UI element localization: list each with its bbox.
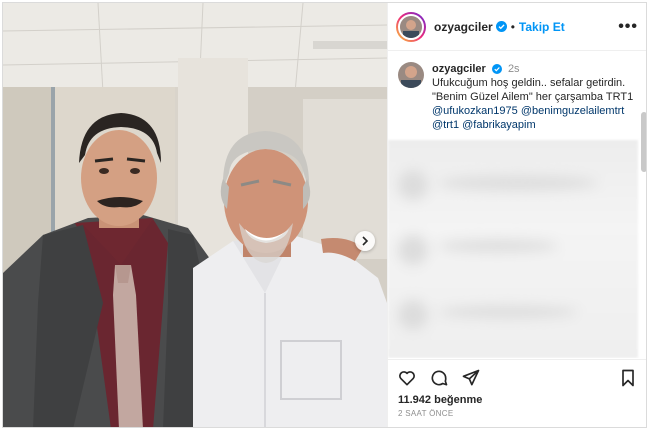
blurred-comments [388, 140, 638, 358]
post-actions: 11.942 beğenme 2 SAAT ÖNCE [388, 359, 646, 427]
author-username[interactable]: ozyagciler [434, 20, 493, 34]
verified-badge-icon [491, 64, 502, 74]
avatar-image [398, 62, 424, 88]
comment-icon[interactable] [428, 367, 450, 389]
post-header: ozyagciler • Takip Et ••• [388, 3, 646, 51]
caption-line-1: Ufukcuğum hoş geldin.. sefalar getirdin. [432, 77, 626, 89]
post-photo[interactable] [3, 3, 387, 427]
author-avatar[interactable] [396, 11, 426, 42]
caption-time: 2s [507, 63, 520, 75]
post-timestamp: 2 SAAT ÖNCE [398, 409, 454, 418]
comments-area[interactable]: ozyagciler 2s Ufukcuğum hoş geldin.. sef… [388, 52, 646, 358]
bookmark-icon[interactable] [617, 367, 639, 389]
likes-count[interactable]: 11.942 beğenme [388, 390, 646, 406]
comments-scrollbar[interactable] [641, 112, 646, 172]
photo-illustration [3, 3, 387, 427]
chevron-right-icon [362, 236, 369, 246]
follow-button[interactable]: Takip Et [519, 20, 565, 34]
mention-link[interactable]: @trt1 [432, 119, 459, 131]
caption-username[interactable]: ozyagciler [432, 63, 486, 75]
caption-avatar[interactable] [398, 62, 424, 88]
avatar-image [400, 15, 422, 38]
caption-text: ozyagciler 2s Ufukcuğum hoş geldin.. sef… [432, 62, 633, 132]
mention-link[interactable]: @fabrikayapim [462, 119, 536, 131]
mention-link[interactable]: @ufukozkan1975 [432, 105, 518, 117]
separator-dot: • [510, 19, 515, 34]
share-icon[interactable] [460, 367, 482, 389]
post-side-panel: ozyagciler • Takip Et ••• ozyagciler 2s … [387, 3, 646, 427]
next-photo-button[interactable] [355, 231, 375, 251]
caption: ozyagciler 2s Ufukcuğum hoş geldin.. sef… [388, 52, 646, 138]
instagram-post-modal: ozyagciler • Takip Et ••• ozyagciler 2s … [2, 2, 647, 428]
mention-link[interactable]: @benimguzelailemtrt [521, 105, 625, 117]
verified-badge-icon [495, 21, 507, 32]
caption-line-2: "Benim Güzel Ailem" her çarşamba TRT1 [432, 91, 634, 103]
more-options-icon[interactable]: ••• [618, 18, 638, 36]
heart-icon[interactable] [396, 367, 418, 389]
